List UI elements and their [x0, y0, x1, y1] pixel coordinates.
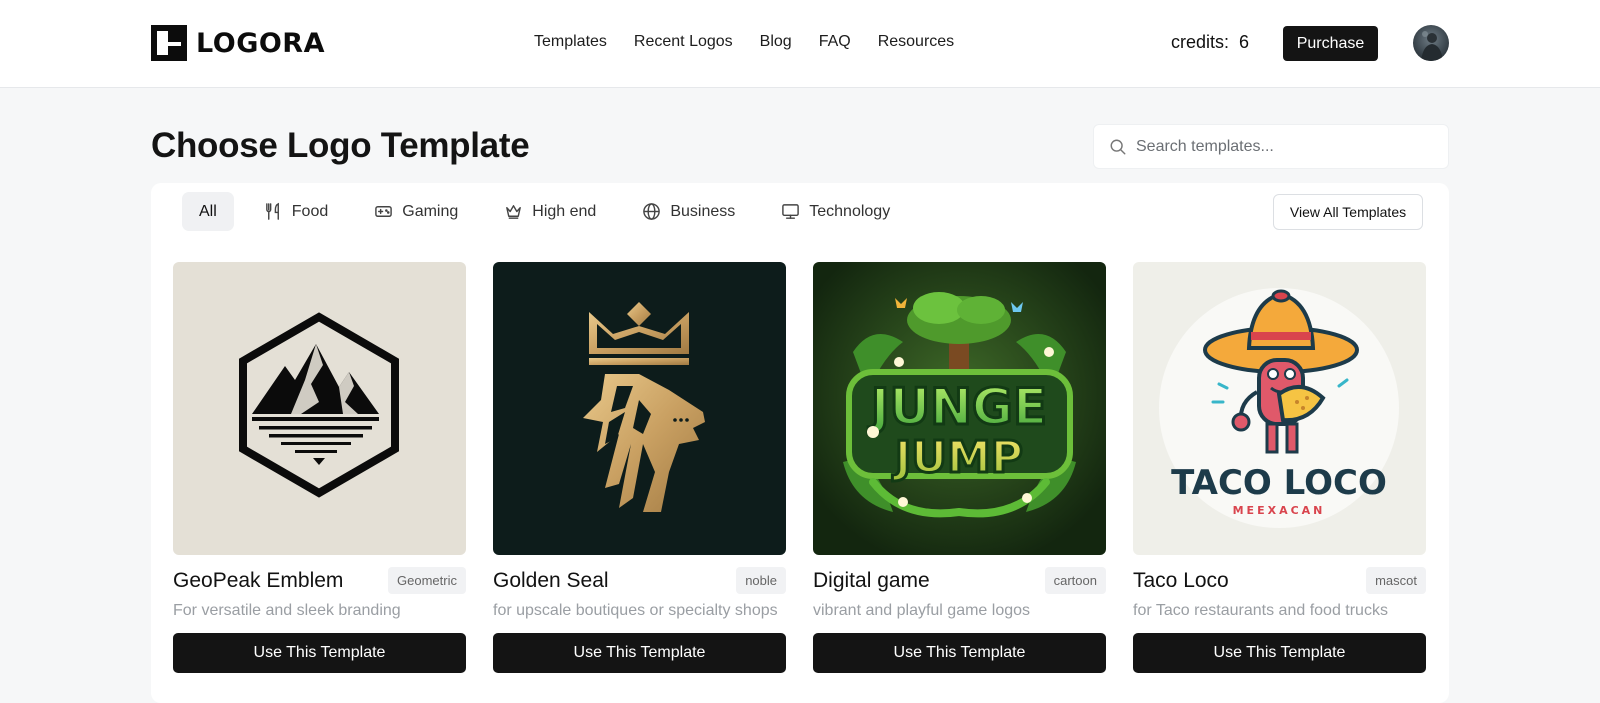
- brand-name: LOGORA: [196, 27, 325, 59]
- avatar[interactable]: [1413, 25, 1449, 61]
- game-logo-line2: JUMP: [892, 432, 1023, 483]
- credits-count: 6: [1239, 32, 1250, 52]
- card-tag: cartoon: [1044, 567, 1106, 594]
- filter-label: Business: [670, 202, 736, 220]
- card-title: GeoPeak Emblem: [173, 568, 344, 592]
- search-input[interactable]: [1136, 137, 1436, 156]
- card-title: Taco Loco: [1133, 568, 1229, 592]
- filter-label: High end: [532, 202, 597, 220]
- card-description: for upscale boutiques or specialty shops: [493, 602, 778, 619]
- use-template-button[interactable]: Use This Template: [173, 633, 466, 673]
- template-card[interactable]: Golden Seal noble for upscale boutiques …: [493, 262, 786, 673]
- main-nav: Templates Recent Logos Blog FAQ Resource…: [534, 33, 954, 51]
- filter-gaming[interactable]: Gaming: [358, 192, 474, 231]
- avatar-image-icon: [1421, 31, 1443, 61]
- template-card[interactable]: GeoPeak Emblem Geometric For versatile a…: [173, 262, 466, 673]
- page-title: Choose Logo Template: [151, 126, 530, 165]
- template-card[interactable]: TACO LOCO MEEXACAN Taco Loco mascot for …: [1133, 262, 1426, 673]
- card-tag: Geometric: [388, 567, 466, 594]
- utensils-icon: [265, 202, 279, 220]
- nav-faq[interactable]: FAQ: [819, 33, 851, 51]
- filter-technology[interactable]: Technology: [765, 192, 906, 231]
- game-logo-line1: JUNGE: [868, 378, 1047, 436]
- brand-logo[interactable]: LOGORA: [151, 25, 325, 61]
- gamepad-icon: [375, 206, 393, 217]
- filter-food[interactable]: Food: [248, 192, 344, 231]
- filter-label: Gaming: [402, 202, 459, 220]
- top-header: LOGORA Templates Recent Logos Blog FAQ R…: [0, 0, 1600, 88]
- search-icon: [1110, 139, 1126, 154]
- taco-logo-text: TACO LOCO: [1171, 463, 1387, 503]
- templates-panel: All Food Gaming High end Business Techno…: [151, 183, 1449, 703]
- taco-loco-image[interactable]: TACO LOCO MEEXACAN: [1133, 262, 1426, 555]
- view-all-templates-button[interactable]: View All Templates: [1273, 194, 1423, 230]
- template-card[interactable]: JUNGE JUMP Digital game cartoon vibrant …: [813, 262, 1106, 673]
- card-title: Golden Seal: [493, 568, 609, 592]
- crown-icon: [506, 205, 522, 219]
- template-grid: GeoPeak Emblem Geometric For versatile a…: [173, 262, 1426, 673]
- filter-business[interactable]: Business: [626, 192, 751, 231]
- filter-label: All: [199, 202, 217, 220]
- globe-icon: [643, 203, 661, 220]
- logo-mark-icon: [151, 25, 187, 61]
- taco-logo-subtext: MEEXACAN: [1233, 504, 1326, 517]
- purchase-button[interactable]: Purchase: [1283, 26, 1378, 61]
- credits-label: credits:: [1171, 32, 1230, 52]
- card-tag: mascot: [1366, 567, 1426, 594]
- card-description: vibrant and playful game logos: [813, 602, 1031, 619]
- nav-recent-logos[interactable]: Recent Logos: [634, 33, 733, 51]
- nav-resources[interactable]: Resources: [878, 33, 954, 51]
- use-template-button[interactable]: Use This Template: [493, 633, 786, 673]
- card-description: for Taco restaurants and food trucks: [1133, 602, 1388, 619]
- card-title: Digital game: [813, 568, 930, 592]
- use-template-button[interactable]: Use This Template: [813, 633, 1106, 673]
- monitor-icon: [782, 204, 800, 219]
- category-filters: All Food Gaming High end Business Techno…: [182, 192, 920, 231]
- card-description: For versatile and sleek branding: [173, 602, 401, 619]
- nav-templates[interactable]: Templates: [534, 33, 607, 51]
- search-box[interactable]: [1093, 124, 1449, 169]
- digital-game-image[interactable]: JUNGE JUMP: [813, 262, 1106, 555]
- card-tag: noble: [736, 567, 786, 594]
- filter-label: Food: [291, 202, 329, 220]
- geopeak-emblem-image[interactable]: [173, 262, 466, 555]
- filter-all[interactable]: All: [182, 192, 234, 231]
- credits-display: credits: 6: [1171, 32, 1249, 53]
- filter-high-end[interactable]: High end: [488, 192, 612, 231]
- golden-seal-image[interactable]: [493, 262, 786, 555]
- filter-label: Technology: [809, 202, 891, 220]
- use-template-button[interactable]: Use This Template: [1133, 633, 1426, 673]
- nav-blog[interactable]: Blog: [760, 33, 792, 51]
